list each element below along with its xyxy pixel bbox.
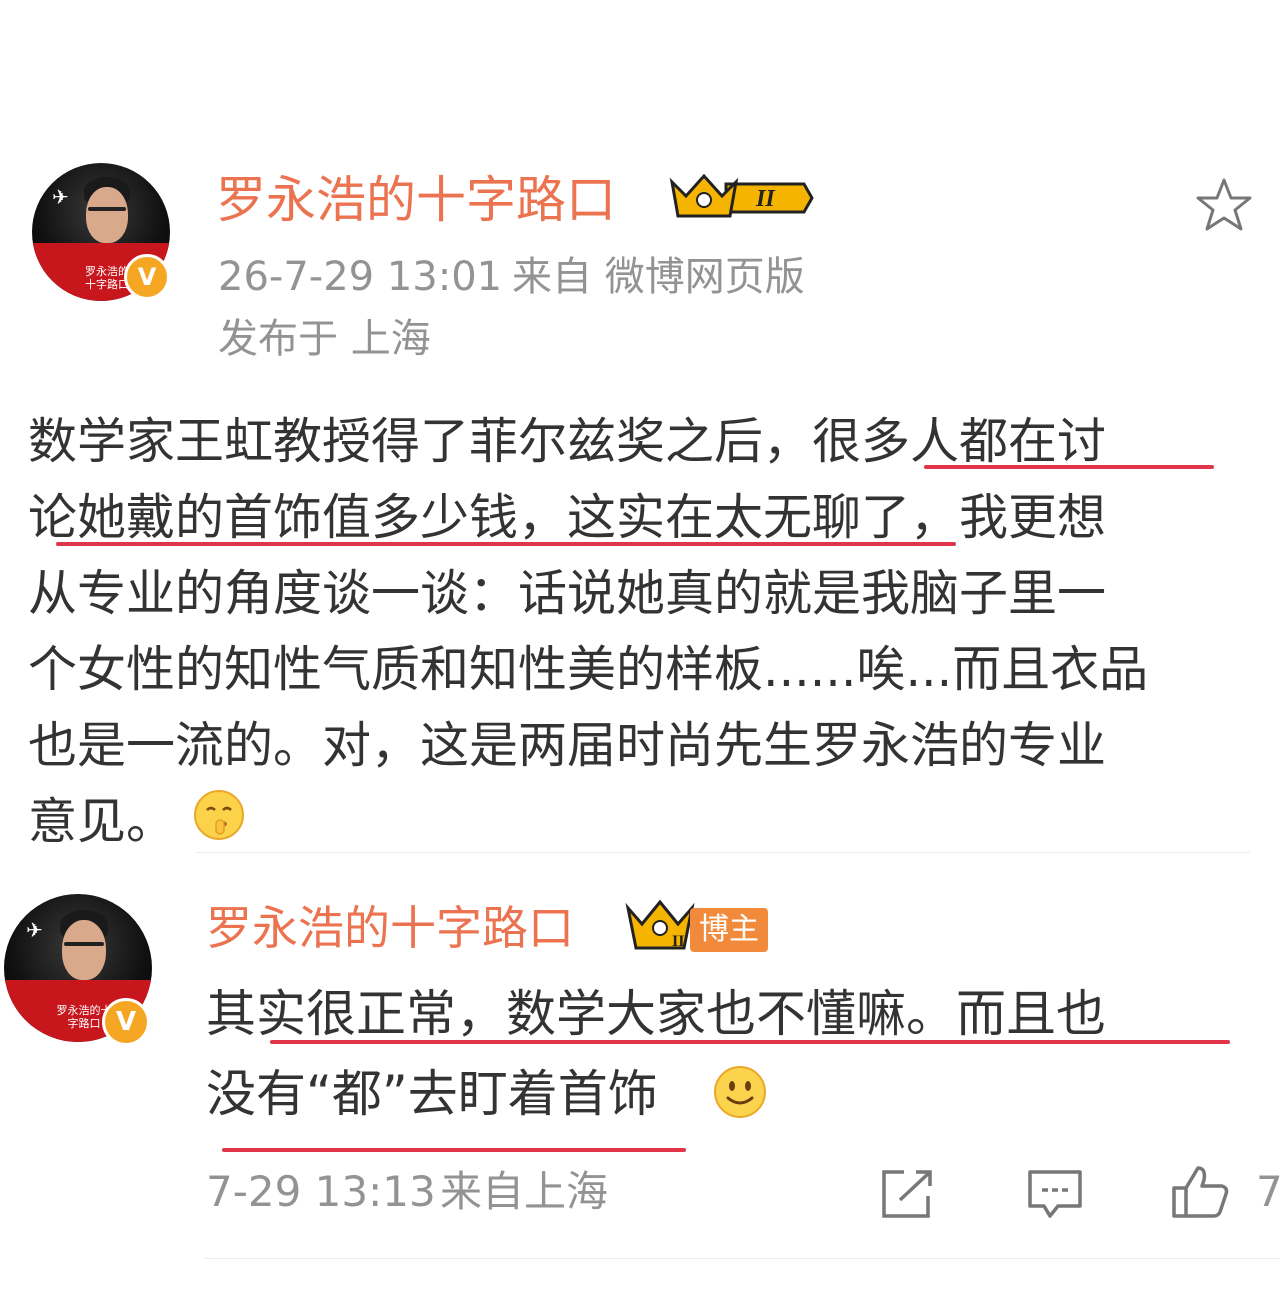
- crown-level: II: [672, 933, 684, 950]
- reply-source: 来自上海: [440, 1167, 609, 1216]
- highlight-underline: [270, 1040, 1230, 1044]
- avatar-glasses: [64, 942, 104, 946]
- avatar-glasses: [88, 207, 126, 211]
- post-text-line: 意见。: [28, 793, 176, 850]
- crown-icon[interactable]: II: [668, 170, 814, 226]
- avatar-face: [62, 920, 106, 980]
- plane-icon: ✈: [52, 185, 69, 209]
- post-text-line: 个女性的知性气质和知性美的样板......唉...而且衣品: [28, 641, 1149, 698]
- highlight-underline: [924, 465, 1214, 469]
- post-text-line: 从专业的角度谈一谈：话说她真的就是我脑子里一: [28, 565, 1107, 622]
- verified-icon: V: [124, 254, 170, 300]
- like-count: 7: [1256, 1167, 1280, 1216]
- crown-icon[interactable]: II: [624, 898, 696, 956]
- plane-icon: ✈: [26, 918, 43, 942]
- reply-timestamp: 7-29 13:13: [206, 1167, 436, 1216]
- shush-face-emoji: [194, 790, 244, 840]
- crown-level: II: [755, 186, 776, 212]
- star-icon[interactable]: [1194, 176, 1254, 236]
- post-timestamp: 26-7-29 13:01: [218, 254, 503, 300]
- highlight-underline: [222, 1148, 686, 1152]
- share-icon[interactable]: [876, 1166, 938, 1222]
- smile-emoji: [714, 1066, 766, 1118]
- section-divider: [204, 1258, 1280, 1259]
- verified-icon: V: [102, 998, 150, 1046]
- section-divider: [196, 852, 1250, 853]
- avatar-face: [86, 187, 128, 243]
- comment-icon[interactable]: [1024, 1166, 1086, 1222]
- post-author-name[interactable]: 罗永浩的十字路口: [216, 170, 616, 230]
- post-source: 来自 微博网页版: [512, 254, 805, 300]
- author-tag: 博主: [690, 908, 768, 952]
- highlight-underline: [56, 542, 956, 546]
- like-icon[interactable]: [1168, 1162, 1232, 1222]
- post-location: 发布于 上海: [218, 316, 431, 362]
- reply-author-name[interactable]: 罗永浩的十字路口: [206, 898, 574, 958]
- post-text-line: 也是一流的。对，这是两届时尚先生罗永浩的专业: [28, 717, 1107, 774]
